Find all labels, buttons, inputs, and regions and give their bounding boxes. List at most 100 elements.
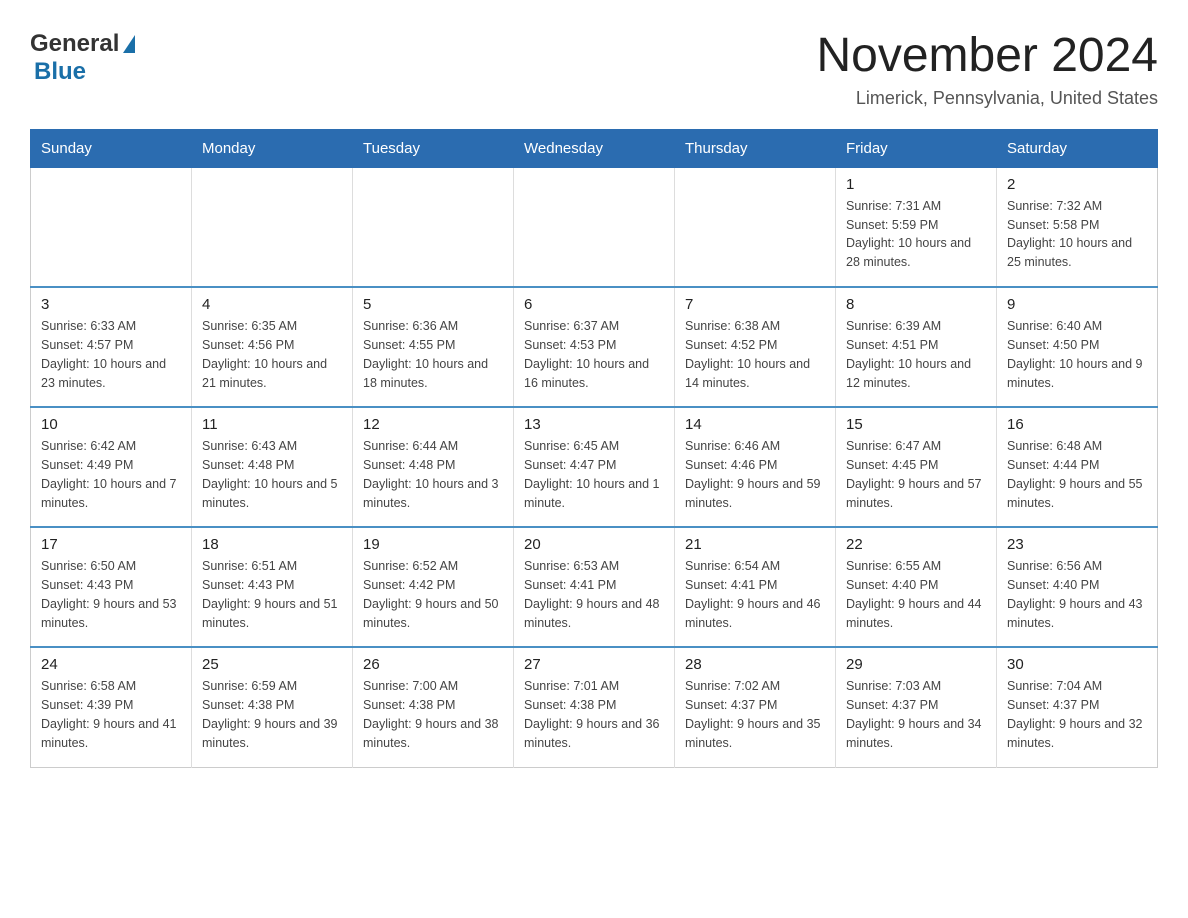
- day-cell: 10Sunrise: 6:42 AM Sunset: 4:49 PM Dayli…: [31, 407, 192, 527]
- day-number: 18: [202, 536, 342, 553]
- day-info: Sunrise: 6:47 AM Sunset: 4:45 PM Dayligh…: [846, 437, 986, 512]
- day-cell: 13 Sunrise: 6:45 AM Sunset: 4:47 PM Dayli…: [514, 407, 675, 527]
- day-info: Sunrise: 6:50 AM Sunset: 4:43 PM Dayligh…: [41, 557, 181, 632]
- page-header: General Blue November 2024 Limerick, Pen…: [30, 30, 1158, 109]
- day-cell: 8 Sunrise: 6:39 AM Sunset: 4:51 PM Daylig…: [836, 287, 997, 407]
- day-number: 27: [524, 656, 664, 673]
- day-cell: 4 Sunrise: 6:35 AM Sunset: 4:56 PM Daylig…: [192, 287, 353, 407]
- day-cell: [31, 167, 192, 287]
- day-info: Sunrise: 7:02 AM Sunset: 4:37 PM Dayligh…: [685, 677, 825, 752]
- day-number: 20: [524, 536, 664, 553]
- day-cell: 18 Sunrise: 6:51 AM Sunset: 4:43 PM Dayli…: [192, 527, 353, 647]
- day-cell: [514, 167, 675, 287]
- day-number: 5: [363, 296, 503, 313]
- day-number: 26: [363, 656, 503, 673]
- day-cell: 27 Sunrise: 7:01 AM Sunset: 4:38 PM Dayli…: [514, 647, 675, 767]
- day-number: 2: [1007, 176, 1147, 193]
- day-cell: 29 Sunrise: 7:03 AM Sunset: 4:37 PM Dayli…: [836, 647, 997, 767]
- title-block: November 2024 Limerick, Pennsylvania, Un…: [816, 30, 1158, 109]
- day-info: Sunrise: 6:35 AM Sunset: 4:56 PM Dayligh…: [202, 317, 342, 392]
- day-info: Sunrise: 6:42 AM Sunset: 4:49 PM Dayligh…: [41, 437, 181, 512]
- logo: General Blue: [30, 30, 135, 86]
- day-info: Sunrise: 6:59 AM Sunset: 4:38 PM Dayligh…: [202, 677, 342, 752]
- day-info: Sunrise: 6:40 AM Sunset: 4:50 PM Dayligh…: [1007, 317, 1147, 392]
- day-info: Sunrise: 6:45 AM Sunset: 4:47 PM Dayligh…: [524, 437, 664, 512]
- day-number: 30: [1007, 656, 1147, 673]
- day-number: 13: [524, 416, 664, 433]
- day-cell: 11 Sunrise: 6:43 AM Sunset: 4:48 PM Dayli…: [192, 407, 353, 527]
- day-cell: 1 Sunrise: 7:31 AM Sunset: 5:59 PM Daylig…: [836, 167, 997, 287]
- header-thursday: Thursday: [675, 129, 836, 167]
- day-number: 15: [846, 416, 986, 433]
- day-cell: 23 Sunrise: 6:56 AM Sunset: 4:40 PM Dayli…: [997, 527, 1158, 647]
- day-cell: 21 Sunrise: 6:54 AM Sunset: 4:41 PM Dayli…: [675, 527, 836, 647]
- day-info: Sunrise: 6:44 AM Sunset: 4:48 PM Dayligh…: [363, 437, 503, 512]
- day-number: 16: [1007, 416, 1147, 433]
- day-cell: 15 Sunrise: 6:47 AM Sunset: 4:45 PM Dayli…: [836, 407, 997, 527]
- calendar-table: Sunday Monday Tuesday Wednesday Thursday…: [30, 129, 1158, 768]
- day-cell: 9 Sunrise: 6:40 AM Sunset: 4:50 PM Daylig…: [997, 287, 1158, 407]
- day-cell: 7Sunrise: 6:38 AM Sunset: 4:52 PM Daylig…: [675, 287, 836, 407]
- day-info: Sunrise: 7:31 AM Sunset: 5:59 PM Dayligh…: [846, 197, 986, 272]
- day-info: Sunrise: 6:54 AM Sunset: 4:41 PM Dayligh…: [685, 557, 825, 632]
- logo-triangle-icon: [123, 35, 135, 53]
- day-number: 14: [685, 416, 825, 433]
- day-number: 12: [363, 416, 503, 433]
- day-number: 8: [846, 296, 986, 313]
- day-number: 7: [685, 296, 825, 313]
- day-info: Sunrise: 7:01 AM Sunset: 4:38 PM Dayligh…: [524, 677, 664, 752]
- day-info: Sunrise: 7:03 AM Sunset: 4:37 PM Dayligh…: [846, 677, 986, 752]
- day-number: 9: [1007, 296, 1147, 313]
- day-cell: 12 Sunrise: 6:44 AM Sunset: 4:48 PM Dayli…: [353, 407, 514, 527]
- day-info: Sunrise: 6:33 AM Sunset: 4:57 PM Dayligh…: [41, 317, 181, 392]
- day-info: Sunrise: 6:53 AM Sunset: 4:41 PM Dayligh…: [524, 557, 664, 632]
- day-cell: 22 Sunrise: 6:55 AM Sunset: 4:40 PM Dayli…: [836, 527, 997, 647]
- day-number: 22: [846, 536, 986, 553]
- day-cell: 3 Sunrise: 6:33 AM Sunset: 4:57 PM Daylig…: [31, 287, 192, 407]
- day-cell: 30 Sunrise: 7:04 AM Sunset: 4:37 PM Dayli…: [997, 647, 1158, 767]
- day-cell: 19Sunrise: 6:52 AM Sunset: 4:42 PM Dayli…: [353, 527, 514, 647]
- logo-general-text: General: [30, 30, 119, 58]
- day-cell: [192, 167, 353, 287]
- day-cell: 20 Sunrise: 6:53 AM Sunset: 4:41 PM Dayli…: [514, 527, 675, 647]
- day-cell: 6 Sunrise: 6:37 AM Sunset: 4:53 PM Daylig…: [514, 287, 675, 407]
- day-number: 25: [202, 656, 342, 673]
- day-number: 23: [1007, 536, 1147, 553]
- day-info: Sunrise: 6:55 AM Sunset: 4:40 PM Dayligh…: [846, 557, 986, 632]
- day-number: 6: [524, 296, 664, 313]
- day-number: 1: [846, 176, 986, 193]
- day-info: Sunrise: 6:48 AM Sunset: 4:44 PM Dayligh…: [1007, 437, 1147, 512]
- header-sunday: Sunday: [31, 129, 192, 167]
- day-number: 28: [685, 656, 825, 673]
- day-cell: 16 Sunrise: 6:48 AM Sunset: 4:44 PM Dayli…: [997, 407, 1158, 527]
- day-info: Sunrise: 7:00 AM Sunset: 4:38 PM Dayligh…: [363, 677, 503, 752]
- day-cell: 28 Sunrise: 7:02 AM Sunset: 4:37 PM Dayli…: [675, 647, 836, 767]
- day-info: Sunrise: 6:56 AM Sunset: 4:40 PM Dayligh…: [1007, 557, 1147, 632]
- day-cell: [675, 167, 836, 287]
- day-cell: 17 Sunrise: 6:50 AM Sunset: 4:43 PM Dayli…: [31, 527, 192, 647]
- day-number: 21: [685, 536, 825, 553]
- day-number: 19: [363, 536, 503, 553]
- week-row-1: 1 Sunrise: 7:31 AM Sunset: 5:59 PM Daylig…: [31, 167, 1158, 287]
- day-info: Sunrise: 6:36 AM Sunset: 4:55 PM Dayligh…: [363, 317, 503, 392]
- day-cell: 5 Sunrise: 6:36 AM Sunset: 4:55 PM Daylig…: [353, 287, 514, 407]
- day-number: 4: [202, 296, 342, 313]
- day-number: 3: [41, 296, 181, 313]
- main-title: November 2024: [816, 30, 1158, 83]
- day-number: 29: [846, 656, 986, 673]
- day-info: Sunrise: 7:04 AM Sunset: 4:37 PM Dayligh…: [1007, 677, 1147, 752]
- day-cell: 25 Sunrise: 6:59 AM Sunset: 4:38 PM Dayli…: [192, 647, 353, 767]
- day-info: Sunrise: 6:37 AM Sunset: 4:53 PM Dayligh…: [524, 317, 664, 392]
- day-info: Sunrise: 6:43 AM Sunset: 4:48 PM Dayligh…: [202, 437, 342, 512]
- day-info: Sunrise: 6:51 AM Sunset: 4:43 PM Dayligh…: [202, 557, 342, 632]
- day-number: 17: [41, 536, 181, 553]
- day-cell: 14Sunrise: 6:46 AM Sunset: 4:46 PM Dayli…: [675, 407, 836, 527]
- header-tuesday: Tuesday: [353, 129, 514, 167]
- day-info: Sunrise: 6:39 AM Sunset: 4:51 PM Dayligh…: [846, 317, 986, 392]
- header-friday: Friday: [836, 129, 997, 167]
- day-cell: 2Sunrise: 7:32 AM Sunset: 5:58 PM Daylig…: [997, 167, 1158, 287]
- day-number: 24: [41, 656, 181, 673]
- header-monday: Monday: [192, 129, 353, 167]
- subtitle: Limerick, Pennsylvania, United States: [816, 88, 1158, 109]
- day-number: 11: [202, 416, 342, 433]
